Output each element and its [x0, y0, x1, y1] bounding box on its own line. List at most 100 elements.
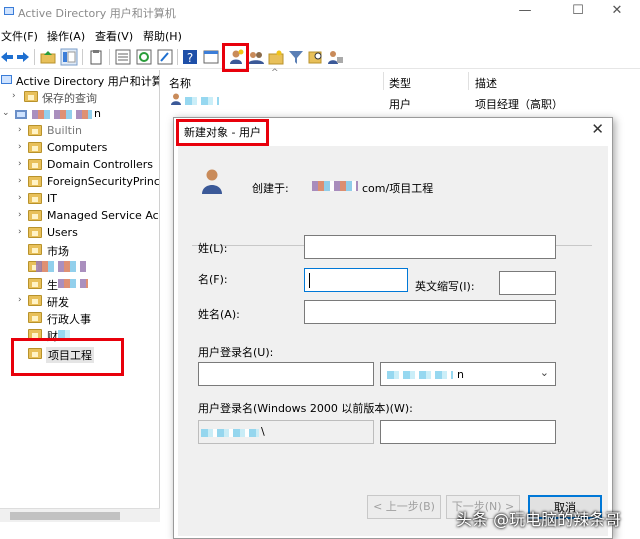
- folder-icon: [28, 159, 42, 170]
- tree-horizontal-scrollbar[interactable]: [0, 508, 160, 522]
- console-tree: Active Directory 用户和计算机 › 保存的查询 ⌄ n › Bu…: [0, 70, 160, 522]
- folder-icon: [28, 193, 42, 204]
- chevron-down-icon: ⌄: [539, 366, 549, 379]
- redacted-name: [58, 279, 88, 288]
- help-icon[interactable]: ?: [181, 48, 199, 66]
- menu-view[interactable]: 查看(V): [95, 28, 133, 44]
- watermark-text: 头条 @玩电脑的辣条哥: [456, 510, 622, 529]
- console-icon[interactable]: [202, 48, 220, 66]
- dialog-close-button[interactable]: ✕: [591, 120, 604, 138]
- tree-item-users[interactable]: › Users: [0, 225, 159, 242]
- logon-name-input[interactable]: [198, 362, 374, 386]
- folder-icon: [28, 227, 42, 238]
- close-button[interactable]: ✕: [594, 0, 640, 24]
- scrollbar-thumb[interactable]: [10, 512, 120, 520]
- folder-icon: [24, 91, 38, 102]
- initials-input[interactable]: [499, 271, 556, 295]
- redacted-domain: [387, 371, 453, 379]
- collapse-arrow-icon[interactable]: ⌄: [2, 108, 10, 118]
- expand-arrow-icon[interactable]: ›: [18, 193, 26, 203]
- expand-arrow-icon[interactable]: ›: [18, 176, 26, 186]
- expand-arrow-icon[interactable]: ›: [18, 210, 26, 220]
- list-row-type: 用户: [389, 98, 411, 111]
- given-name-label: 名(F):: [198, 273, 228, 286]
- full-name-input[interactable]: [304, 300, 556, 324]
- column-header-type[interactable]: 类型: [389, 75, 411, 91]
- expand-arrow-icon[interactable]: ›: [12, 91, 20, 101]
- menu-bar: 文件(F) 操作(A) 查看(V) 帮助(H): [0, 25, 640, 45]
- menu-file[interactable]: 文件(F): [1, 28, 38, 44]
- tree-item-computers[interactable]: › Computers: [0, 140, 159, 157]
- expand-arrow-icon[interactable]: ›: [18, 142, 26, 152]
- tree-item-hr-admin[interactable]: 行政人事: [0, 310, 159, 327]
- pre2000-logon-input[interactable]: [380, 420, 556, 444]
- tree-item-market[interactable]: 市场: [0, 242, 159, 259]
- new-ou-icon[interactable]: [267, 48, 285, 66]
- folder-icon: [28, 142, 42, 153]
- expand-arrow-icon[interactable]: ›: [18, 295, 26, 305]
- menu-help[interactable]: 帮助(H): [143, 28, 182, 44]
- domain-suffix-value: n: [457, 368, 464, 381]
- tree-item-label: Computers: [47, 141, 108, 154]
- folder-icon: [28, 210, 42, 221]
- text-caret: [309, 273, 310, 288]
- logon-name-label: 用户登录名(U):: [198, 346, 274, 359]
- title-bar: Active Directory 用户和计算机 — ☐ ✕: [0, 0, 640, 24]
- tree-root[interactable]: Active Directory 用户和计算机: [0, 72, 159, 89]
- ou-folder-icon: [28, 295, 42, 306]
- column-header-desc[interactable]: 描述: [475, 75, 497, 91]
- back-button[interactable]: < 上一步(B): [367, 495, 441, 519]
- refresh-icon[interactable]: [135, 48, 153, 66]
- tree-item-domain[interactable]: ⌄ n: [0, 106, 159, 123]
- tree-item-rnd[interactable]: › 研发: [0, 293, 159, 310]
- tree-item-saved-queries[interactable]: › 保存的查询: [0, 89, 159, 106]
- find-icon[interactable]: [307, 48, 325, 66]
- tree-item-redacted[interactable]: [0, 259, 159, 276]
- minimize-button[interactable]: —: [502, 0, 548, 24]
- tree-item-production[interactable]: 生: [0, 276, 159, 293]
- ad-app-icon: [4, 7, 14, 15]
- ad-root-icon: [1, 75, 12, 84]
- properties-icon[interactable]: [156, 48, 174, 66]
- console-tree-icon[interactable]: [60, 48, 78, 66]
- tree-item-managed-service[interactable]: › Managed Service Acco: [0, 208, 160, 225]
- redacted-domain: [312, 181, 358, 191]
- delegate-icon[interactable]: [326, 48, 344, 66]
- expand-arrow-icon[interactable]: ›: [18, 125, 26, 135]
- given-name-input[interactable]: [304, 268, 408, 292]
- column-header-name[interactable]: 名称: [169, 75, 191, 91]
- filter-icon[interactable]: [287, 48, 305, 66]
- tree-item-label: 市场: [47, 245, 69, 258]
- tree-item-label: 保存的查询: [42, 92, 97, 105]
- tree-item-label: 研发: [47, 296, 69, 309]
- redacted-name: [36, 261, 86, 272]
- surname-input[interactable]: [304, 235, 556, 259]
- ou-folder-icon: [28, 244, 42, 255]
- domain-suffix-select[interactable]: n ⌄: [380, 362, 556, 386]
- clipboard-icon[interactable]: [87, 48, 105, 66]
- redacted-domain: [201, 429, 259, 437]
- tree-item-foreign-security[interactable]: › ForeignSecurityPrincipa: [0, 174, 159, 191]
- new-group-icon[interactable]: [247, 48, 265, 66]
- expand-arrow-icon[interactable]: ›: [18, 159, 26, 169]
- redacted-domain: [32, 110, 92, 119]
- tree-item-label: Managed Service Acco: [47, 209, 160, 222]
- menu-action[interactable]: 操作(A): [47, 28, 85, 44]
- new-user-dialog: 新建对象 - 用户 ✕ 创建于: com/项目工程 姓(L): 名(F): 英文…: [173, 117, 613, 539]
- folder-up-icon[interactable]: [39, 48, 57, 66]
- tree-item-it[interactable]: › IT: [0, 191, 159, 208]
- dialog-body: 创建于: com/项目工程 姓(L): 名(F): 英文缩写(I): 姓名(A)…: [178, 146, 608, 536]
- redacted-user-name: [185, 97, 219, 105]
- sort-arrow-icon: ^: [271, 68, 279, 78]
- tree-item-label: IT: [47, 192, 57, 205]
- export-list-icon[interactable]: [114, 48, 132, 66]
- tree-item-builtin[interactable]: › Builtin: [0, 123, 159, 140]
- tree-item-domain-controllers[interactable]: › Domain Controllers: [0, 157, 159, 174]
- user-icon: [171, 93, 181, 105]
- tree-item-label: Domain Controllers: [47, 158, 154, 171]
- toolbar: ?: [0, 43, 640, 72]
- forward-arrow-icon[interactable]: [14, 48, 32, 66]
- expand-arrow-icon[interactable]: ›: [18, 227, 26, 237]
- initials-label: 英文缩写(I):: [415, 280, 475, 293]
- user-avatar-icon: [202, 169, 222, 194]
